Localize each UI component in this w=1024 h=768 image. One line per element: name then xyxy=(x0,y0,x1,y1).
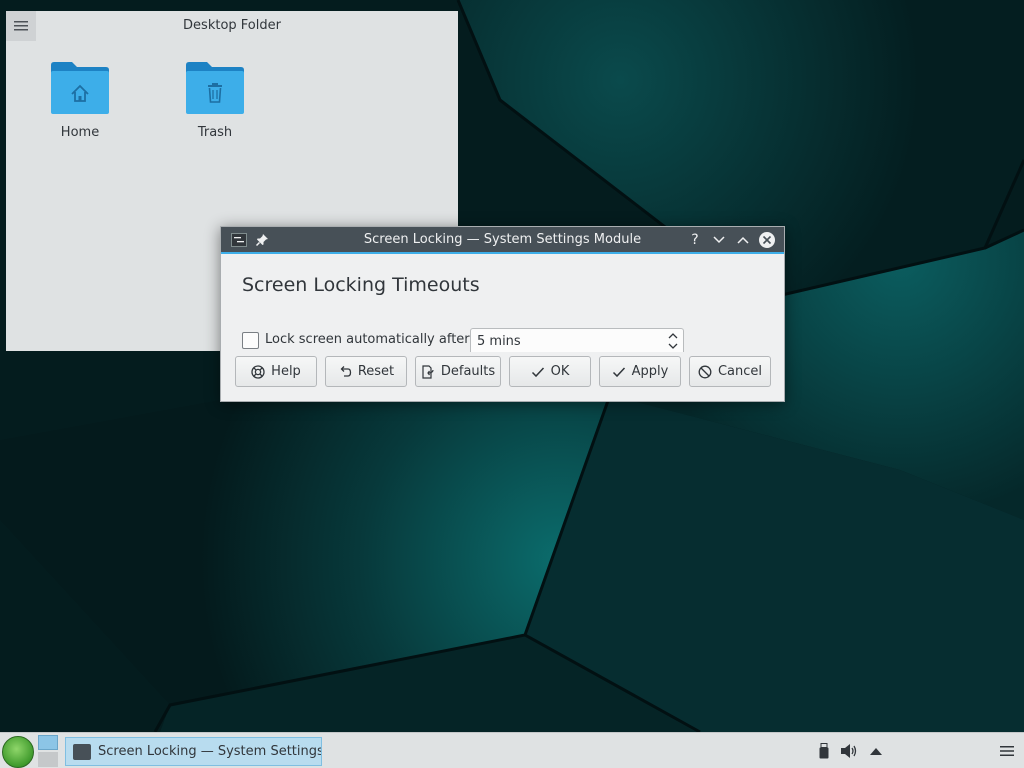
timeout-spinbox[interactable]: 5 mins xyxy=(470,328,684,352)
lock-screen-checkbox[interactable] xyxy=(242,332,259,349)
help-question-icon[interactable]: ? xyxy=(686,231,704,249)
ok-button-label: OK xyxy=(550,364,570,379)
desktop-item-trash[interactable]: Trash xyxy=(165,61,265,140)
cancel-icon xyxy=(698,365,712,378)
ok-button[interactable]: OK xyxy=(509,356,591,387)
screen-locking-dialog: Screen Locking — System Settings Module … xyxy=(220,226,785,402)
lifebuoy-icon xyxy=(251,364,265,379)
close-icon[interactable] xyxy=(758,231,776,249)
page-heading: Screen Locking Timeouts xyxy=(242,274,480,296)
system-settings-icon xyxy=(73,744,91,760)
checkmark-icon xyxy=(612,366,625,377)
apply-button-label: Apply xyxy=(631,364,669,379)
checkmark-icon xyxy=(531,366,544,377)
virtual-desktop-pager[interactable] xyxy=(38,735,58,767)
folder-widget-title: Desktop Folder xyxy=(183,18,281,33)
timeout-value: 5 mins xyxy=(477,334,521,349)
task-item-label: Screen Locking — System Settings Module xyxy=(98,744,322,759)
reset-button-label: Reset xyxy=(357,364,395,379)
spin-arrows-icon[interactable] xyxy=(667,331,679,351)
apply-button[interactable]: Apply xyxy=(599,356,681,387)
defaults-button[interactable]: Defaults xyxy=(415,356,501,387)
maximize-icon[interactable] xyxy=(734,231,752,249)
cancel-button-label: Cancel xyxy=(717,364,763,379)
undo-icon xyxy=(340,365,351,377)
usb-device-icon[interactable] xyxy=(815,742,833,760)
expand-tray-icon[interactable] xyxy=(867,742,885,760)
task-item-screen-locking[interactable]: Screen Locking — System Settings Module xyxy=(65,737,322,766)
trash-folder-icon xyxy=(186,62,244,114)
help-button-label: Help xyxy=(271,364,301,379)
desktop-item-label: Home xyxy=(60,125,100,140)
reset-button[interactable]: Reset xyxy=(325,356,407,387)
application-launcher-icon[interactable] xyxy=(2,736,34,768)
hamburger-menu-icon[interactable] xyxy=(998,742,1016,760)
cancel-button[interactable]: Cancel xyxy=(689,356,771,387)
defaults-button-label: Defaults xyxy=(440,364,496,379)
folder-home-icon xyxy=(51,62,109,114)
taskbar: Screen Locking — System Settings Module xyxy=(0,732,1024,768)
desktop-item-home[interactable]: Home xyxy=(30,61,130,140)
help-button[interactable]: Help xyxy=(235,356,317,387)
lock-screen-checkbox-label[interactable]: Lock screen automatically after: xyxy=(265,332,474,347)
dialog-titlebar[interactable]: Screen Locking — System Settings Module … xyxy=(221,227,784,254)
volume-icon[interactable] xyxy=(840,742,858,760)
minimize-icon[interactable] xyxy=(710,231,728,249)
desktop-2-thumbnail[interactable] xyxy=(38,752,58,767)
desktop-1-thumbnail[interactable] xyxy=(38,735,58,750)
desktop-item-label: Trash xyxy=(197,125,233,140)
document-revert-icon xyxy=(422,364,434,379)
